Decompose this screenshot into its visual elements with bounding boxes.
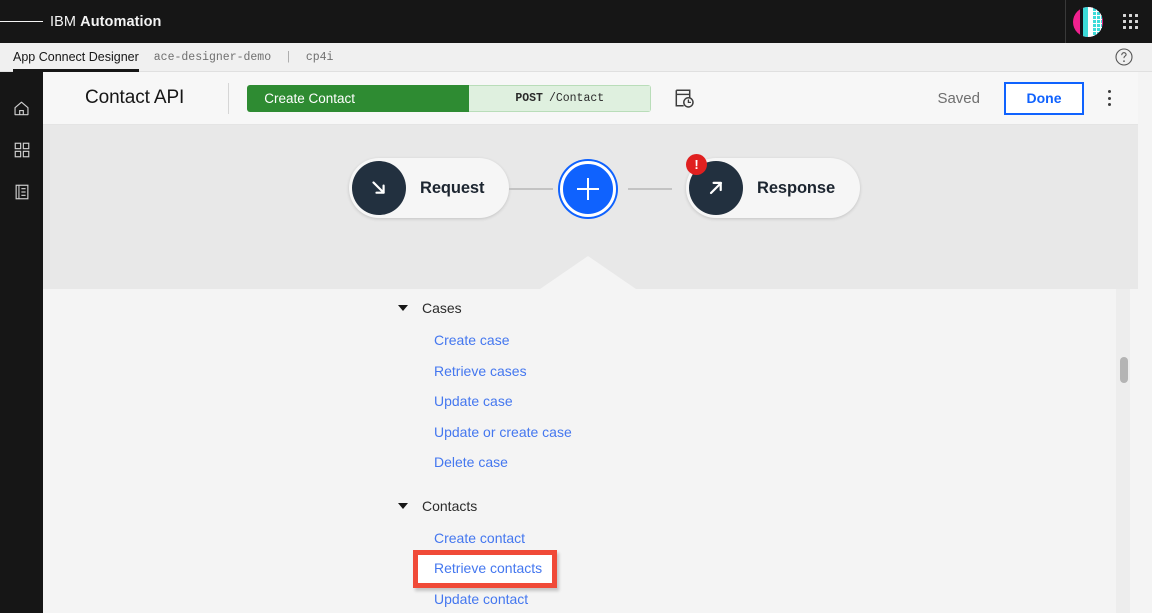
product-title: IBM Automation (50, 14, 161, 30)
action-create-case[interactable]: Create case (434, 332, 509, 348)
http-method: POST (515, 91, 543, 105)
breadcrumb: App Connect Designer ace-designer-demo |… (0, 43, 1152, 72)
catalog-list-icon (15, 184, 28, 200)
breadcrumb-instance: ace-designer-demo (153, 50, 272, 64)
error-badge-glyph: ! (694, 157, 699, 172)
response-node-label: Response (757, 178, 836, 197)
request-node-circle (352, 161, 406, 215)
add-node-button[interactable] (560, 161, 616, 217)
breadcrumb-namespace: cp4i (305, 50, 334, 64)
operation-pill[interactable]: Create Contact POST /Contact (247, 84, 652, 112)
request-node-label: Request (420, 178, 485, 197)
action-update-case[interactable]: Update case (434, 393, 513, 409)
flow-toolbar: Contact API Create Contact POST /Contact… (43, 72, 1138, 125)
toolbar-divider (228, 82, 230, 114)
sidebar-item-home[interactable] (0, 87, 43, 129)
global-header-actions (1065, 0, 1152, 43)
breadcrumb-separator: | (285, 50, 292, 64)
brand-prefix: IBM (50, 13, 77, 30)
user-avatar-icon (1072, 6, 1103, 37)
app-root: IBM Automation App Connect Designer ace-… (0, 0, 1152, 613)
action-delete-case[interactable]: Delete case (434, 454, 508, 470)
action-update-or-create-case[interactable]: Update or create case (434, 424, 572, 440)
home-icon (14, 101, 29, 115)
arrow-down-right-icon (372, 181, 385, 194)
global-header: IBM Automation (0, 0, 1152, 43)
action-retrieve-cases[interactable]: Retrieve cases (434, 363, 527, 379)
save-status: Saved (937, 89, 980, 107)
action-update-contact[interactable]: Update contact (434, 591, 528, 607)
api-test-history-icon[interactable] (673, 87, 695, 109)
response-node-circle: ! (686, 154, 743, 215)
app-switcher-grid-icon[interactable] (1109, 0, 1152, 43)
group-header-contacts[interactable]: Contacts (398, 498, 477, 514)
group-header-cases[interactable]: Cases (398, 300, 462, 316)
action-retrieve-contacts[interactable]: Retrieve contacts (434, 560, 542, 576)
status-badge: ! (686, 154, 707, 175)
arrow-up-right-icon (709, 181, 723, 195)
flow-canvas: Request ! Response (43, 125, 1138, 289)
flow-node-response[interactable]: ! Response (686, 154, 861, 218)
chevron-down-icon (398, 503, 408, 509)
scrollbar-track[interactable] (1116, 289, 1130, 613)
endpoint-path: /Contact (548, 91, 605, 105)
flow-node-request[interactable]: Request (349, 158, 510, 218)
kebab-menu-icon[interactable] (1099, 85, 1119, 111)
help-circle-icon[interactable] (1114, 47, 1134, 67)
connector-left (509, 188, 553, 190)
left-rail (0, 72, 43, 613)
hamburger-menu-icon[interactable] (0, 0, 43, 43)
scrollbar-thumb[interactable] (1120, 357, 1128, 383)
page-title: Contact API (85, 87, 185, 108)
brand-name: Automation (80, 13, 162, 30)
action-picker-panel: Cases Create case Retrieve cases Update … (43, 289, 1138, 613)
operation-name: Create Contact (247, 84, 470, 112)
operation-endpoint: POST /Contact (469, 84, 652, 112)
breadcrumb-app-connect-designer[interactable]: App Connect Designer (13, 43, 139, 72)
group-title: Cases (422, 300, 462, 316)
dashboard-grid-icon (14, 142, 29, 158)
group-title: Contacts (422, 498, 478, 514)
breadcrumb-context: ace-designer-demo | cp4i (154, 51, 334, 64)
breadcrumb-active-label: App Connect Designer (13, 50, 139, 64)
action-create-contact[interactable]: Create contact (434, 530, 525, 546)
sidebar-item-dashboard[interactable] (0, 129, 43, 171)
panel-notch (540, 256, 636, 289)
chevron-down-icon (398, 305, 408, 311)
done-button[interactable]: Done (1004, 81, 1084, 115)
connector-right (628, 188, 672, 190)
sidebar-item-catalog[interactable] (0, 171, 43, 213)
avatar[interactable] (1066, 0, 1109, 43)
